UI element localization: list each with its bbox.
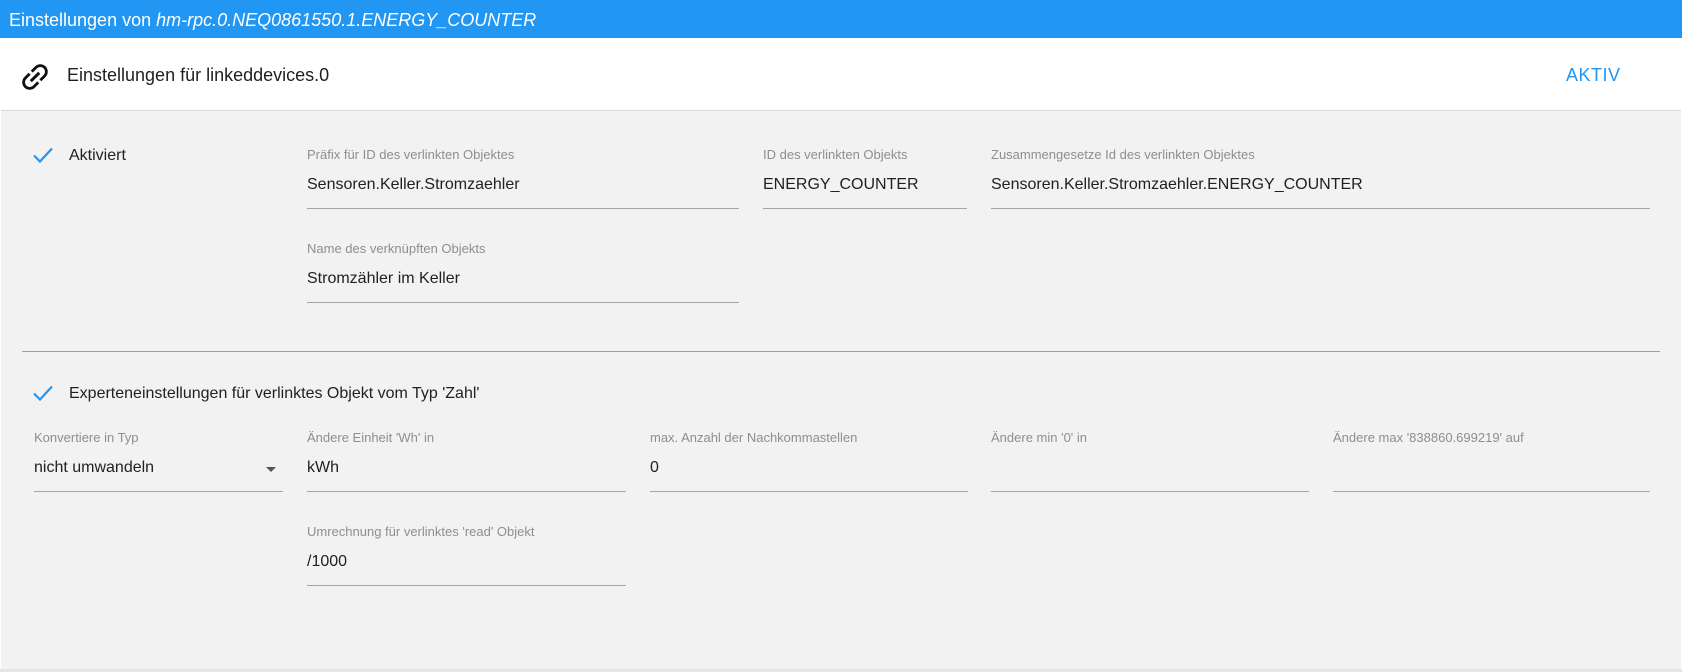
- settings-header: Einstellungen für linkeddevices.0 AKTIV: [1, 38, 1681, 111]
- unit-underline: [307, 491, 626, 492]
- unit-value[interactable]: kWh: [307, 459, 339, 477]
- aktiv-button[interactable]: AKTIV: [1566, 65, 1621, 86]
- expert-checkbox[interactable]: [31, 381, 55, 405]
- max-label: Ändere max '838860.699219' auf: [1333, 430, 1524, 445]
- min-underline: [991, 491, 1309, 492]
- window-title-prefix: Einstellungen von: [9, 10, 157, 30]
- convert-type-label: Konvertiere in Typ: [34, 430, 139, 445]
- convert-type-value[interactable]: nicht umwandeln: [34, 459, 154, 477]
- id-value[interactable]: ENERGY_COUNTER: [763, 176, 919, 194]
- window-title-bar: Einstellungen von hm-rpc.0.NEQ0861550.1.…: [0, 0, 1682, 38]
- decimals-underline: [650, 491, 968, 492]
- composed-id-underline: [991, 208, 1650, 209]
- unit-label: Ändere Einheit 'Wh' in: [307, 430, 435, 445]
- min-label: Ändere min '0' in: [991, 430, 1088, 445]
- settings-title: Einstellungen für linkeddevices.0: [67, 65, 330, 85]
- read-conversion-value[interactable]: /1000: [307, 553, 347, 571]
- enabled-checkbox[interactable]: [31, 143, 55, 167]
- convert-type-underline: [34, 491, 283, 492]
- name-underline: [307, 302, 739, 303]
- max-underline: [1333, 491, 1650, 492]
- decimals-label: max. Anzahl der Nachkommastellen: [650, 430, 858, 445]
- prefix-underline: [307, 208, 739, 209]
- section-divider: [22, 351, 1660, 352]
- name-label: Name des verknüpften Objekts: [307, 241, 486, 256]
- prefix-value[interactable]: Sensoren.Keller.Stromzaehler: [307, 176, 520, 194]
- decimals-value[interactable]: 0: [650, 459, 659, 477]
- name-value[interactable]: Stromzähler im Keller: [307, 270, 460, 288]
- id-underline: [763, 208, 967, 209]
- read-conversion-underline: [307, 585, 626, 586]
- prefix-label: Präfix für ID des verlinkten Objektes: [307, 147, 515, 162]
- expert-label[interactable]: Experteneinstellungen für verlinktes Obj…: [69, 385, 479, 403]
- composed-id-label: Zusammengesetze Id des verlinkten Objekt…: [991, 147, 1255, 162]
- window-title-object-id: hm-rpc.0.NEQ0861550.1.ENERGY_COUNTER: [156, 10, 537, 30]
- enabled-label[interactable]: Aktiviert: [69, 147, 126, 165]
- settings-panel: Aktiviert Präfix für ID des verlinkten O…: [1, 111, 1681, 669]
- chevron-down-icon[interactable]: [266, 467, 276, 472]
- composed-id-value: Sensoren.Keller.Stromzaehler.ENERGY_COUN…: [991, 176, 1363, 193]
- link-icon: [22, 64, 48, 90]
- read-conversion-label: Umrechnung für verlinktes 'read' Objekt: [307, 524, 535, 539]
- id-label: ID des verlinkten Objekts: [763, 147, 908, 162]
